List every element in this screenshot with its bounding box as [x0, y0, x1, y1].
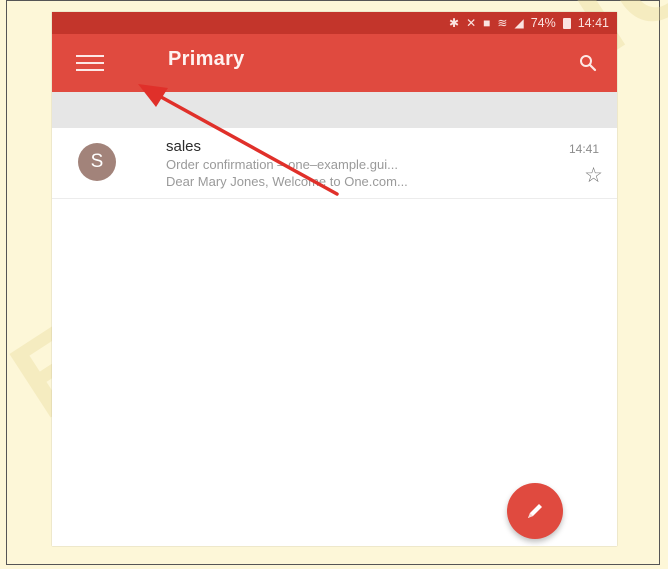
compose-button[interactable]	[507, 483, 563, 539]
star-icon[interactable]: ☆	[584, 165, 603, 186]
battery-icon	[562, 17, 571, 29]
status-bar: ✱ ✕ ■ ≋ ◢ 74% 14:41	[52, 12, 617, 34]
email-time: 14:41	[568, 142, 599, 156]
avatar: S	[78, 143, 116, 181]
signal-icon: ◢	[514, 16, 524, 30]
mute-icon: ✕	[466, 16, 477, 30]
pencil-icon	[528, 504, 542, 518]
email-subject: Order confirmation – one–example.gui...	[166, 157, 398, 172]
menu-icon[interactable]	[76, 55, 104, 71]
battery-percent: 74%	[530, 16, 556, 30]
app-bar: Primary	[52, 34, 617, 92]
nfc-icon: ■	[483, 16, 491, 30]
email-sender: sales	[166, 138, 202, 155]
list-item[interactable]: S sales 14:41 Order confirmation – one–e…	[52, 128, 617, 199]
search-icon[interactable]	[579, 54, 597, 72]
page-title: Primary	[168, 48, 245, 70]
bluetooth-icon: ✱	[449, 16, 460, 30]
wifi-icon: ≋	[497, 16, 508, 30]
inbox-header-strip	[52, 92, 617, 128]
status-time: 14:41	[577, 16, 609, 30]
phone-screen: ✱ ✕ ■ ≋ ◢ 74% 14:41 Primary S sales 14:4…	[52, 12, 617, 546]
email-snippet: Dear Mary Jones, Welcome to One.com...	[166, 174, 408, 189]
